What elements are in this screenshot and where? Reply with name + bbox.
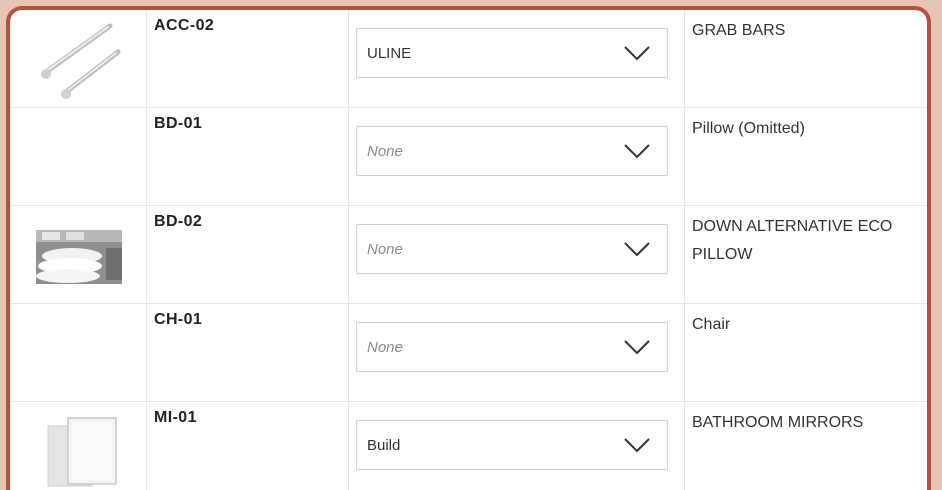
item-description: Pillow (Omitted) — [692, 120, 805, 137]
table-row: BD-02 None DOWN ALTERNATIVE ECO PILLOW — [10, 206, 927, 304]
chevron-down-icon — [624, 242, 650, 257]
vendor-select-value: None — [367, 142, 403, 160]
vendor-select-value: None — [367, 240, 403, 258]
mirrors-thumbnail — [47, 417, 117, 487]
item-description: BATHROOM MIRRORS — [692, 414, 864, 431]
item-code: BD-02 — [154, 213, 203, 230]
item-code: ACC-02 — [154, 17, 215, 34]
vendor-select-value: ULINE — [367, 44, 412, 62]
vendor-select[interactable]: ULINE — [356, 28, 668, 78]
chevron-down-icon — [624, 438, 650, 453]
item-code: CH-01 — [154, 311, 203, 328]
vendor-select[interactable]: None — [356, 322, 668, 372]
pillows-thumbnail — [36, 230, 122, 284]
vendor-select[interactable]: None — [356, 224, 668, 274]
chevron-down-icon — [624, 46, 650, 61]
table-row: ACC-02 ULINE GRAB BARS — [10, 10, 927, 108]
vendor-select[interactable]: None — [356, 126, 668, 176]
grab-bars-thumbnail — [41, 23, 121, 99]
table-row: MI-01 Build BATHROOM MIRRORS — [10, 402, 927, 490]
spec-table: ACC-02 ULINE GRAB BARS BD-01 None Pillow… — [6, 6, 931, 490]
table-row: BD-01 None Pillow (Omitted) — [10, 108, 927, 206]
item-description: Chair — [692, 316, 731, 333]
vendor-select-value: None — [367, 338, 403, 356]
chevron-down-icon — [624, 340, 650, 355]
table-row: CH-01 None Chair — [10, 304, 927, 402]
chevron-down-icon — [624, 144, 650, 159]
item-code: BD-01 — [154, 115, 203, 132]
vendor-select[interactable]: Build — [356, 420, 668, 470]
item-description: DOWN ALTERNATIVE ECO PILLOW — [692, 218, 893, 263]
item-code: MI-01 — [154, 409, 197, 426]
vendor-select-value: Build — [367, 436, 401, 454]
item-description: GRAB BARS — [692, 22, 786, 39]
